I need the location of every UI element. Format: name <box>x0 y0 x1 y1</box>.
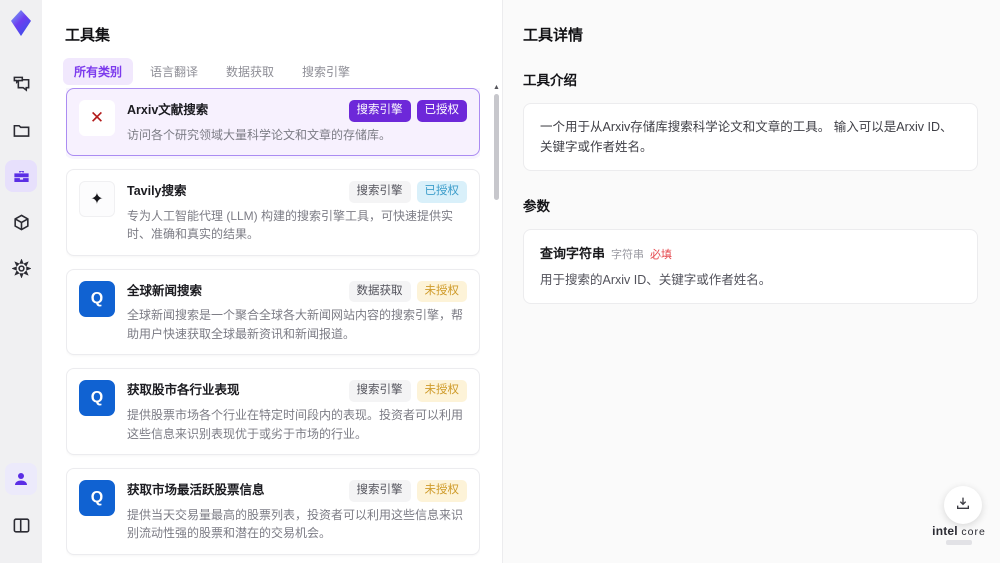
tab-label: 语言翻译 <box>150 65 199 79</box>
tool-card[interactable]: Q 获取股市各行业表现 搜索引擎 未授权 提供股票市场各个行业在特定时间段内的表… <box>66 368 480 456</box>
arxiv-icon: ✕ <box>79 100 115 136</box>
category-tab[interactable]: 搜索引擎 <box>291 58 361 85</box>
category-badge: 搜索引擎 <box>348 100 411 122</box>
news-search-icon: Q <box>79 480 115 517</box>
intro-heading: 工具介绍 <box>523 73 577 88</box>
tool-card-title: 全球新闻搜索 <box>127 283 203 298</box>
param-required-badge: 必填 <box>650 249 673 261</box>
category-tabs: 所有类别 语言翻译 数据获取 搜索引擎 <box>63 58 361 85</box>
tool-card-description: 访问各个研究领域大量科学论文和文章的存储库。 <box>127 127 392 142</box>
scroll-up-arrow[interactable]: ▲ <box>493 84 500 91</box>
auth-status-badge: 未授权 <box>416 280 467 303</box>
tavily-star-icon: ✦ <box>79 181 115 218</box>
folder-icon <box>12 121 31 140</box>
app-window: 工具集 所有类别 语言翻译 数据获取 搜索引擎 ✕ Arxiv文献搜索 搜索引擎 已授… <box>0 0 1000 563</box>
sidebar-item-files[interactable] <box>5 114 37 146</box>
auth-status-badge: 已授权 <box>416 181 467 203</box>
tool-card-description: 全球新闻搜索是一个聚合全球各大新闻网站内容的搜索引擎，帮助用户快速获取全球最新资… <box>127 308 464 341</box>
category-badge: 数据获取 <box>348 280 411 303</box>
sidebar-item-toolbox[interactable] <box>5 160 37 192</box>
page-title: 工具集 <box>65 27 111 44</box>
sidebar-item-settings[interactable] <box>5 252 37 284</box>
scrollbar-thumb[interactable] <box>494 94 499 200</box>
icon-rail <box>0 0 42 563</box>
download-icon <box>955 495 971 516</box>
param-type: 字符串 <box>611 249 645 261</box>
tool-card[interactable]: Q 全球新闻搜索 数据获取 未授权 全球新闻搜索是一个聚合全球各大新闻网站内容的… <box>66 268 480 356</box>
download-button[interactable] <box>944 486 982 524</box>
core-brand-text: core <box>961 526 986 538</box>
auth-status-badge: 未授权 <box>416 380 467 402</box>
tab-label: 所有类别 <box>74 65 123 79</box>
intel-sub-mark <box>946 540 972 545</box>
sidebar-item-models[interactable] <box>5 206 37 238</box>
tool-card-title: Tavily搜索 <box>127 184 187 199</box>
tool-card[interactable]: ✦ Tavily搜索 搜索引擎 已授权 专为人工智能代理 (LLM) 构建的搜索… <box>66 169 480 256</box>
tool-card-description: 提供当天交易量最高的股票列表，投资者可以利用这些信息来识别流动性强的股票和潜在的… <box>127 507 464 541</box>
gem-logo-icon <box>11 10 31 36</box>
news-search-icon: Q <box>79 380 115 417</box>
intro-box: 一个用于从Arxiv存储库搜索科学论文和文章的工具。 输入可以是Arxiv ID… <box>523 103 978 171</box>
detail-title: 工具详情 <box>523 27 584 44</box>
category-tab[interactable]: 数据获取 <box>215 58 285 85</box>
tab-label: 搜索引擎 <box>302 65 351 79</box>
chat-icon <box>12 75 31 94</box>
tool-card-description: 专为人工智能代理 (LLM) 构建的搜索引擎工具，可快速提供实时、准确和真实的结… <box>127 208 454 242</box>
sidebar-item-panel-toggle[interactable] <box>5 509 37 541</box>
tool-card[interactable]: ✕ Arxiv文献搜索 搜索引擎 已授权 访问各个研究领域大量科学论文和文章的存… <box>66 88 480 157</box>
user-icon <box>12 470 30 488</box>
param-box: 查询字符串 字符串 必填 用于搜索的Arxiv ID、关键字或作者姓名。 <box>523 229 978 304</box>
params-heading: 参数 <box>523 199 550 214</box>
tool-card-title: Arxiv文献搜索 <box>127 103 209 117</box>
sidebar-item-profile[interactable] <box>5 463 37 495</box>
param-name: 查询字符串 <box>540 246 606 261</box>
param-description: 用于搜索的Arxiv ID、关键字或作者姓名。 <box>540 273 772 287</box>
tool-list-panel: 工具集 所有类别 语言翻译 数据获取 搜索引擎 ✕ Arxiv文献搜索 搜索引擎 已授… <box>42 0 503 563</box>
category-badge: 搜索引擎 <box>348 181 411 203</box>
cube-icon <box>12 213 31 232</box>
tool-detail-panel: 工具详情 工具介绍 一个用于从Arxiv存储库搜索科学论文和文章的工具。 输入可… <box>503 0 1000 563</box>
tool-card-title: 获取市场最活跃股票信息 <box>127 483 265 498</box>
intro-text: 一个用于从Arxiv存储库搜索科学论文和文章的工具。 输入可以是Arxiv ID… <box>540 120 953 154</box>
news-search-icon: Q <box>79 280 115 317</box>
intel-core-logo: intel core <box>928 524 990 545</box>
toolbox-icon <box>12 167 31 186</box>
category-tab[interactable]: 所有类别 <box>63 58 134 85</box>
category-tab[interactable]: 语言翻译 <box>139 58 209 85</box>
tool-card[interactable]: Q 获取市场最活跃股票信息 搜索引擎 未授权 提供当天交易量最高的股票列表，投资… <box>66 468 480 555</box>
app-logo <box>6 8 36 38</box>
panel-toggle-icon <box>12 516 31 535</box>
list-scrollbar[interactable]: ▲ ▼ <box>493 84 500 556</box>
auth-status-badge: 未授权 <box>416 480 467 502</box>
param-header: 查询字符串 字符串 必填 <box>540 243 961 263</box>
gear-icon <box>11 258 31 278</box>
intel-brand-text: intel <box>932 524 958 538</box>
sidebar-item-chat[interactable] <box>5 68 37 100</box>
tab-label: 数据获取 <box>226 65 275 79</box>
tool-card-description: 提供股票市场各个行业在特定时间段内的表现。投资者可以利用这些信息来识别表现优于或… <box>127 407 464 441</box>
tool-cards: ✕ Arxiv文献搜索 搜索引擎 已授权 访问各个研究领域大量科学论文和文章的存… <box>66 88 480 563</box>
category-badge: 搜索引擎 <box>348 480 411 502</box>
category-badge: 搜索引擎 <box>348 380 411 402</box>
auth-status-badge: 已授权 <box>416 100 467 122</box>
tool-card-title: 获取股市各行业表现 <box>127 383 240 398</box>
